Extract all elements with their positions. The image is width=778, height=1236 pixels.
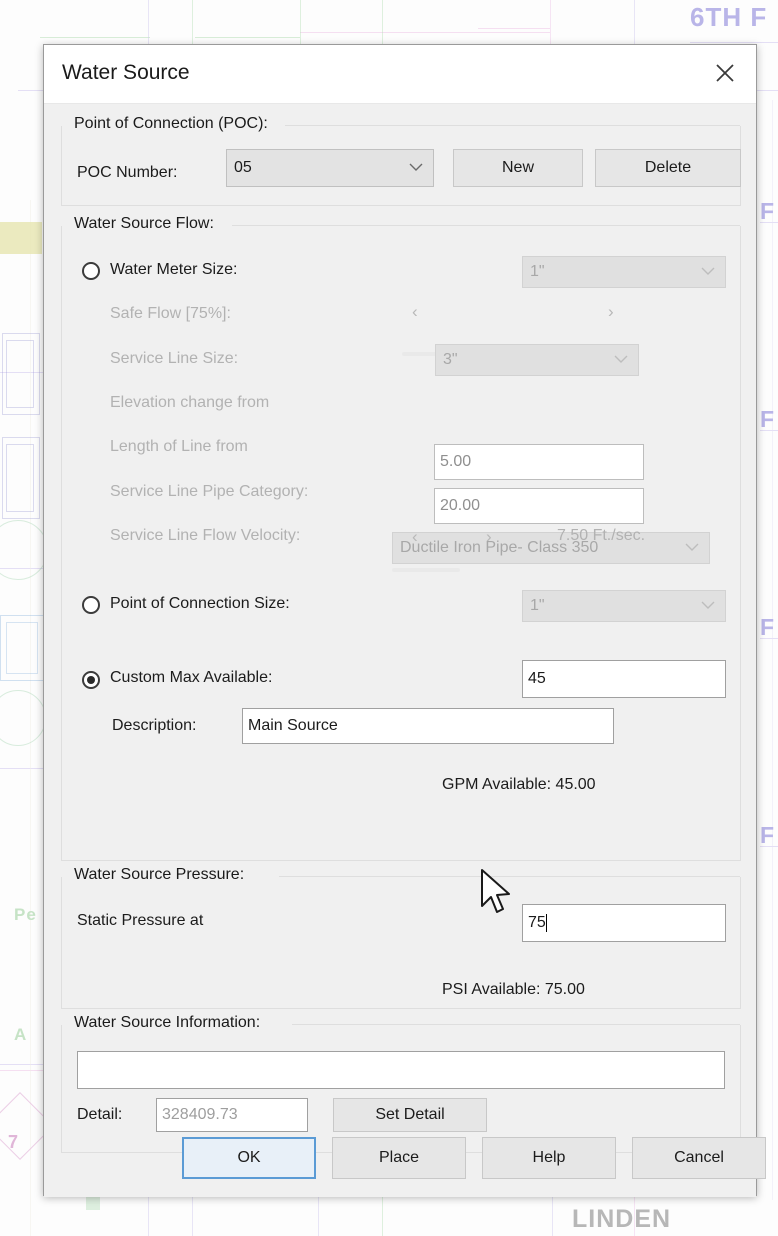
chevron-down-icon (614, 351, 628, 369)
service-line-size-select[interactable]: 3" (435, 344, 639, 376)
cancel-button[interactable]: Cancel (632, 1137, 766, 1179)
chevron-down-icon (685, 539, 699, 557)
set-detail-button[interactable]: Set Detail (333, 1098, 487, 1132)
detail-input[interactable]: 328409.73 (156, 1098, 308, 1132)
poc-number-label: POC Number: (77, 164, 178, 181)
elevation-change-input[interactable]: 5.00 (434, 444, 644, 480)
water-source-information-groupbox: Water Source Information: (61, 1014, 741, 1153)
flow-velocity-increment-icon[interactable]: › (486, 527, 492, 547)
description-label: Description: (112, 717, 197, 734)
new-poc-button[interactable]: New (453, 149, 583, 187)
ok-button[interactable]: OK (182, 1137, 316, 1179)
text-caret (545, 913, 547, 932)
custom-max-available-radio[interactable] (82, 671, 100, 689)
dialog-titlebar: Water Source (44, 45, 756, 104)
length-of-line-label: Length of Line from (110, 438, 248, 455)
chevron-down-icon (701, 263, 715, 281)
custom-max-available-input[interactable]: 45 (522, 660, 726, 698)
custom-max-available-label: Custom Max Available: (110, 669, 273, 686)
static-pressure-input[interactable]: 75 (522, 904, 726, 942)
page-title: Water Source (62, 61, 190, 84)
cad-label: Pe (14, 905, 37, 924)
cad-label: A (14, 1025, 28, 1044)
cad-label: 7 (8, 1132, 20, 1152)
water-meter-size-select[interactable]: 1" (522, 256, 726, 288)
water-source-information-input[interactable] (77, 1051, 725, 1089)
dialog-button-bar: OK Place Help Cancel (44, 1135, 766, 1197)
service-line-size-value: 3" (443, 351, 458, 368)
cad-label: F (760, 198, 776, 224)
cad-label: LINDEN (572, 1205, 672, 1233)
help-button[interactable]: Help (482, 1137, 616, 1179)
safe-flow-decrement-icon[interactable]: ‹ (412, 302, 418, 322)
static-pressure-value: 75 (528, 914, 546, 931)
radio-selected-dot (87, 676, 95, 684)
water-meter-size-label: Water Meter Size: (110, 261, 238, 278)
dialog-body: Point of Connection (POC): POC Number: 0… (44, 104, 766, 1197)
poc-size-select[interactable]: 1" (522, 590, 726, 622)
flow-velocity-decrement-icon[interactable]: ‹ (412, 527, 418, 547)
water-source-pressure-groupbox: Water Source Pressure: (61, 866, 741, 1009)
elevation-change-label: Elevation change from (110, 394, 270, 411)
flow-group-legend: Water Source Flow: (70, 215, 220, 233)
water-meter-size-value: 1" (530, 263, 545, 280)
psi-available-readout: PSI Available: 75.00 (442, 981, 585, 998)
poc-size-value: 1" (530, 597, 545, 614)
safe-flow-label: Safe Flow [75%]: (110, 305, 231, 322)
detail-label: Detail: (77, 1106, 123, 1123)
info-group-legend: Water Source Information: (70, 1014, 267, 1032)
poc-number-select[interactable]: 05 (226, 149, 434, 187)
flow-velocity-readout: 7.50 Ft./sec. (557, 527, 646, 544)
safe-flow-increment-icon[interactable]: › (608, 302, 614, 322)
flow-velocity-slider-track[interactable] (392, 568, 460, 572)
close-icon[interactable] (702, 51, 748, 95)
water-meter-size-radio[interactable] (82, 262, 100, 280)
poc-size-radio[interactable] (82, 596, 100, 614)
delete-poc-button[interactable]: Delete (595, 149, 741, 187)
length-of-line-input[interactable]: 20.00 (434, 488, 644, 524)
pipe-category-label: Service Line Pipe Category: (110, 483, 309, 500)
chevron-down-icon (409, 159, 423, 177)
gpm-available-readout: GPM Available: 45.00 (442, 776, 596, 793)
flow-velocity-label: Service Line Flow Velocity: (110, 527, 301, 544)
cad-label: F (760, 822, 776, 848)
cad-label: 6TH F (690, 2, 768, 32)
description-input[interactable]: Main Source (242, 708, 614, 744)
poc-size-label: Point of Connection Size: (110, 595, 290, 612)
cad-label: F (760, 614, 776, 640)
water-source-dialog: Water Source Point of Connection (POC): … (43, 44, 766, 1197)
static-pressure-label: Static Pressure at (77, 912, 204, 929)
cad-label: F (760, 406, 776, 432)
service-line-size-label: Service Line Size: (110, 350, 239, 367)
pipe-category-select[interactable]: Ductile Iron Pipe- Class 350 (392, 532, 710, 564)
poc-number-value: 05 (234, 159, 252, 176)
place-button[interactable]: Place (332, 1137, 466, 1179)
poc-group-legend: Point of Connection (POC): (70, 115, 274, 133)
chevron-down-icon (701, 597, 715, 615)
pressure-group-legend: Water Source Pressure: (70, 866, 251, 884)
